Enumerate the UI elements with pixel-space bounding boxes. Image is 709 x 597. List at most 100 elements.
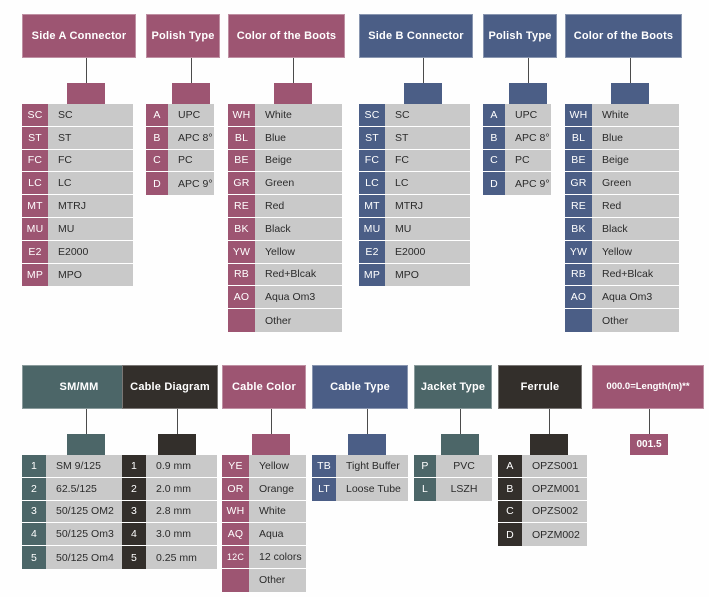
option-row[interactable]: E2 E2000	[359, 240, 470, 264]
option-row[interactable]: ST ST	[359, 126, 470, 150]
option-row[interactable]: WH White	[565, 104, 679, 127]
code-slot-side-a-connector[interactable]	[67, 83, 105, 104]
option-row[interactable]: 1 SM 9/125	[22, 455, 133, 478]
option-row[interactable]: E2 E2000	[22, 240, 133, 264]
code-slot-polish-type-b[interactable]	[509, 83, 547, 104]
code-slot-jacket-type[interactable]	[441, 434, 479, 455]
code-slot-cable-type[interactable]	[348, 434, 386, 455]
option-row[interactable]: BE Beige	[565, 149, 679, 173]
option-row[interactable]: A UPC	[146, 104, 214, 127]
option-label: White	[255, 104, 342, 126]
code-slot-polish-type-a[interactable]	[172, 83, 210, 104]
option-row[interactable]: SC SC	[22, 104, 133, 127]
option-row[interactable]: WH White	[228, 104, 342, 127]
option-row[interactable]: 5 0.25 mm	[122, 546, 217, 569]
option-row[interactable]: C PC	[146, 149, 214, 173]
option-row[interactable]: 4 50/125 Om3	[22, 523, 133, 547]
option-code: B	[146, 126, 168, 149]
option-row[interactable]: 5 50/125 Om4	[22, 546, 133, 569]
option-row[interactable]: Other	[228, 309, 342, 332]
option-row[interactable]: BL Blue	[565, 126, 679, 150]
option-row[interactable]: RB Red+Blcak	[565, 263, 679, 287]
option-row[interactable]: GR Green	[228, 172, 342, 196]
option-row[interactable]: LT Loose Tube	[312, 477, 408, 501]
option-row[interactable]: MT MTRJ	[22, 195, 133, 218]
option-code: MU	[22, 217, 48, 240]
option-code: 1	[22, 455, 46, 477]
option-row[interactable]: FC FC	[22, 149, 133, 173]
option-label: FC	[48, 149, 133, 172]
option-row[interactable]: MU MU	[359, 217, 470, 241]
group-header-sm-mm: SM/MM	[22, 365, 136, 409]
option-label: Yellow	[255, 240, 342, 263]
option-row[interactable]: C OPZS002	[498, 500, 587, 524]
option-row[interactable]: 3 2.8 mm	[122, 500, 217, 524]
option-row[interactable]: D APC 9°	[146, 172, 214, 196]
code-slot-length[interactable]: 001.5	[630, 434, 668, 455]
option-row[interactable]: B APC 8°	[146, 126, 214, 150]
option-row[interactable]: MT MTRJ	[359, 195, 470, 218]
group-connector-polish-type-b	[483, 58, 551, 104]
option-row[interactable]: SC SC	[359, 104, 470, 127]
group-connector-ferrule	[498, 409, 587, 455]
option-row[interactable]: OR Orange	[222, 477, 306, 501]
code-slot-side-b-connector[interactable]	[404, 83, 442, 104]
connector-line	[177, 409, 178, 435]
option-row[interactable]: 12C 12 colors	[222, 546, 306, 569]
option-row[interactable]: RB Red+Blcak	[228, 263, 342, 287]
option-row[interactable]: 3 50/125 OM2	[22, 500, 133, 524]
option-row[interactable]: MU MU	[22, 217, 133, 241]
option-label: UPC	[168, 104, 214, 126]
option-row[interactable]: AO Aqua Om3	[565, 286, 679, 310]
option-row[interactable]: A OPZS001	[498, 455, 587, 478]
option-row[interactable]: BK Black	[228, 217, 342, 241]
code-slot-cable-color[interactable]	[252, 434, 290, 455]
option-row[interactable]: LC LC	[359, 172, 470, 196]
option-row[interactable]: GR Green	[565, 172, 679, 196]
option-row[interactable]: RE Red	[565, 195, 679, 218]
option-row[interactable]: WH White	[222, 500, 306, 524]
option-row[interactable]: MP MPO	[22, 263, 133, 287]
option-label: 2.8 mm	[146, 500, 217, 523]
option-row[interactable]: B OPZM001	[498, 477, 587, 501]
option-row[interactable]: C PC	[483, 149, 551, 173]
code-slot-cable-diagram[interactable]	[158, 434, 196, 455]
option-row[interactable]: 2 2.0 mm	[122, 477, 217, 501]
code-slot-color-of-the-boots-b[interactable]	[611, 83, 649, 104]
option-code: E2	[359, 240, 385, 263]
option-row[interactable]: D APC 9°	[483, 172, 551, 196]
code-slot-ferrule[interactable]	[530, 434, 568, 455]
option-row[interactable]: 1 0.9 mm	[122, 455, 217, 478]
option-row[interactable]: TB Tight Buffer	[312, 455, 408, 478]
option-row[interactable]: RE Red	[228, 195, 342, 218]
code-slot-sm-mm[interactable]	[67, 434, 105, 455]
option-row[interactable]: LC LC	[22, 172, 133, 196]
option-row[interactable]: L LSZH	[414, 477, 492, 501]
option-row[interactable]: BK Black	[565, 217, 679, 241]
option-row[interactable]: 4 3.0 mm	[122, 523, 217, 547]
option-row[interactable]: B APC 8°	[483, 126, 551, 150]
option-row[interactable]: YW Yellow	[565, 240, 679, 264]
option-row[interactable]: BE Beige	[228, 149, 342, 173]
option-row[interactable]: MP MPO	[359, 263, 470, 287]
option-row[interactable]: A UPC	[483, 104, 551, 127]
option-label: White	[592, 104, 679, 126]
code-slot-color-of-the-boots-a[interactable]	[274, 83, 312, 104]
option-row[interactable]: FC FC	[359, 149, 470, 173]
option-row[interactable]: YE Yellow	[222, 455, 306, 478]
option-row[interactable]: Other	[565, 309, 679, 332]
option-row[interactable]: P PVC	[414, 455, 492, 478]
option-row[interactable]: YW Yellow	[228, 240, 342, 264]
option-row[interactable]: Other	[222, 568, 306, 592]
option-row[interactable]: AO Aqua Om3	[228, 286, 342, 310]
option-row[interactable]: ST ST	[22, 126, 133, 150]
option-label: Tight Buffer	[336, 455, 408, 477]
option-label: ST	[385, 126, 470, 149]
option-row[interactable]: 2 62.5/125	[22, 477, 133, 501]
option-code: ST	[359, 126, 385, 149]
connector-line	[630, 58, 631, 84]
option-code: WH	[222, 500, 249, 523]
option-row[interactable]: D OPZM002	[498, 523, 587, 547]
option-row[interactable]: BL Blue	[228, 126, 342, 150]
option-row[interactable]: AQ Aqua	[222, 523, 306, 547]
